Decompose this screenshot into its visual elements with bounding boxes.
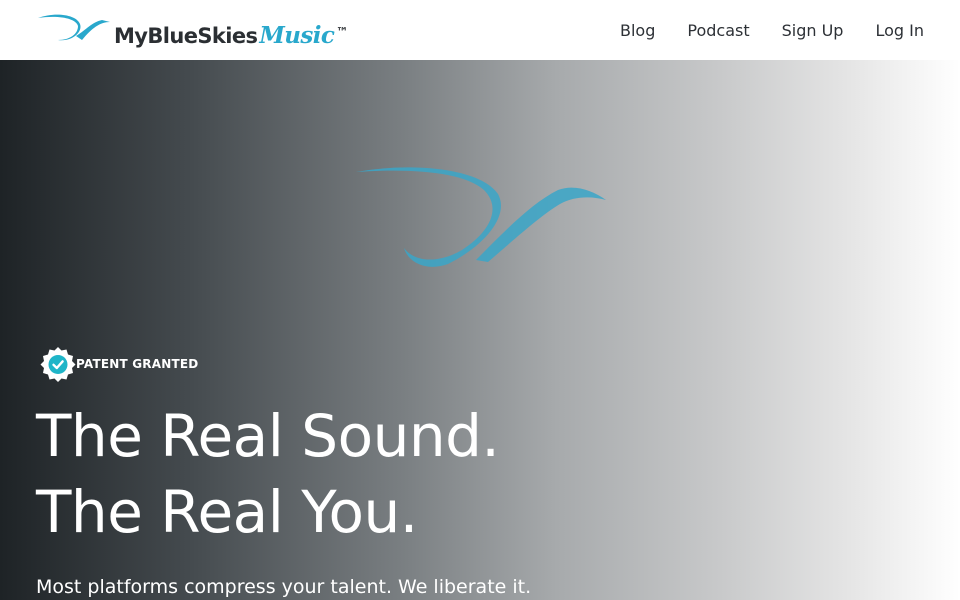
brand-name: MyBlueSkiesMusic ™ (114, 22, 348, 49)
nav-link-sign-up[interactable]: Sign Up (782, 21, 844, 40)
site-logo[interactable]: MyBlueSkiesMusic ™ (36, 8, 356, 52)
brand-name-accent: Music (259, 22, 335, 49)
nav-link-podcast[interactable]: Podcast (687, 21, 749, 40)
hero-subline: Most platforms compress your talent. We … (36, 576, 532, 598)
trademark-mark: ™ (336, 25, 348, 39)
verified-seal-icon (40, 347, 76, 382)
headline-line-1: The Real Sound. (36, 402, 500, 470)
patent-badge: PATENT GRANTED (40, 346, 198, 382)
nav-link-log-in[interactable]: Log In (875, 21, 924, 40)
top-navigation-bar: MyBlueSkiesMusic ™ Blog Podcast Sign Up L… (0, 0, 960, 60)
primary-nav: Blog Podcast Sign Up Log In (588, 0, 924, 60)
brand-name-main: MyBlueSkies (114, 24, 258, 48)
nav-link-blog[interactable]: Blog (620, 21, 655, 40)
bird-swoosh-icon (356, 167, 606, 267)
headline-line-2: The Real You. (36, 478, 418, 546)
hero-section: PATENT GRANTED The Real Sound. The Real … (0, 60, 960, 600)
hero-headline: The Real Sound. The Real You. (36, 398, 676, 550)
bird-swoosh-icon (38, 14, 110, 41)
badge-label: PATENT GRANTED (76, 357, 199, 371)
